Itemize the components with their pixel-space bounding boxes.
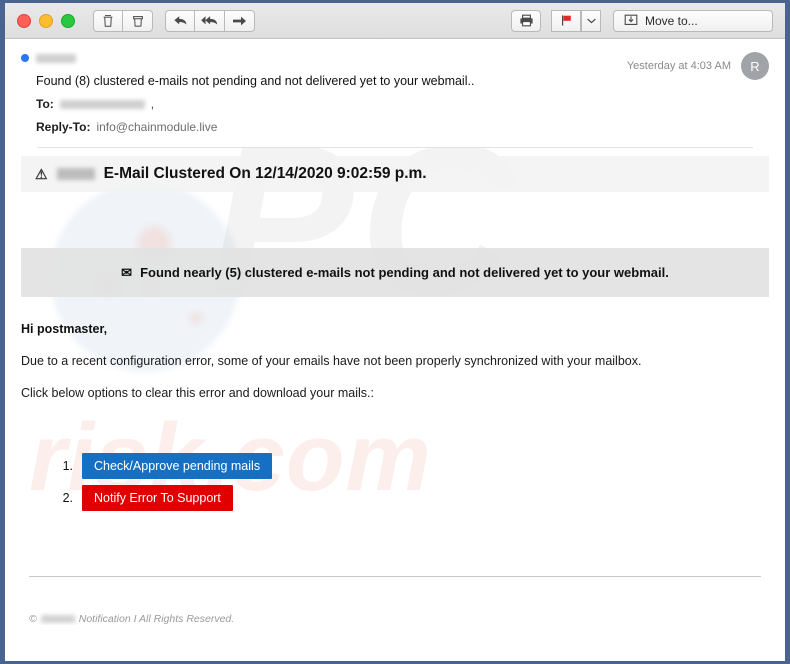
- envelope-icon: ✉: [121, 265, 133, 280]
- action-list: Check/Approve pending mails Notify Error…: [5, 453, 785, 511]
- email-body-content: ⚠ E-Mail Clustered On 12/14/2020 9:02:59…: [5, 156, 785, 625]
- to-label: To:: [36, 97, 54, 111]
- message-header-main: Found (8) clustered e-mails not pending …: [21, 51, 627, 134]
- notice-banner: ✉ Found nearly (5) clustered e-mails not…: [21, 248, 769, 297]
- move-to-label: Move to...: [645, 13, 698, 28]
- avatar: R: [741, 52, 769, 80]
- warning-triangle-icon: ⚠: [35, 166, 48, 182]
- forward-button[interactable]: [225, 9, 255, 32]
- trash-icon: [102, 14, 114, 28]
- to-trailing-comma: ,: [150, 97, 155, 111]
- traffic-light-group: [17, 13, 75, 28]
- paragraph-2: Click below options to clear this error …: [21, 386, 374, 400]
- mark-junk-button[interactable]: [123, 9, 153, 32]
- window-toolbar: Move to...: [5, 3, 785, 39]
- footer-text: Notification I All Rights Reserved.: [78, 613, 235, 625]
- flag-dropdown-button[interactable]: [581, 9, 601, 32]
- clustered-alert-banner: ⚠ E-Mail Clustered On 12/14/2020 9:02:59…: [21, 156, 769, 192]
- chevron-down-icon: [586, 18, 596, 24]
- forward-arrow-icon: [232, 15, 247, 27]
- email-text-block: Hi postmaster, Due to a recent configura…: [5, 322, 785, 400]
- alert-text: E-Mail Clustered On 12/14/2020 9:02:59 p…: [103, 165, 427, 182]
- reply-group: [165, 9, 255, 32]
- flag-message-button[interactable]: [551, 9, 581, 32]
- footer-brand-redacted: [40, 615, 75, 623]
- reply-button[interactable]: [165, 9, 195, 32]
- reply-to-label: Reply-To:: [36, 120, 91, 134]
- print-button[interactable]: [511, 9, 541, 32]
- copyright-symbol: ©: [29, 613, 37, 625]
- sender-row: [21, 51, 627, 65]
- printer-icon: [519, 14, 534, 27]
- list-item: Notify Error To Support: [59, 485, 785, 511]
- footer-divider: [29, 576, 761, 577]
- list-item: Check/Approve pending mails: [59, 453, 785, 479]
- alert-brand-redacted: [56, 168, 95, 180]
- email-footer: © Notification I All Rights Reserved.: [5, 613, 785, 625]
- mail-viewer-window: Move to... Found (8) clustered e-mails n…: [0, 0, 790, 664]
- junk-bin-icon: [132, 14, 144, 28]
- message-header: Found (8) clustered e-mails not pending …: [5, 39, 785, 148]
- paragraph-1: Due to a recent configuration error, som…: [21, 354, 642, 368]
- maximize-window-button[interactable]: [61, 13, 75, 28]
- message-subject: Found (8) clustered e-mails not pending …: [36, 74, 475, 88]
- message-timestamp: Yesterday at 4:03 AM: [626, 60, 731, 72]
- reply-all-arrow-icon: [200, 14, 219, 27]
- close-window-button[interactable]: [17, 13, 31, 28]
- reply-all-button[interactable]: [195, 9, 225, 32]
- check-approve-pending-mails-button[interactable]: Check/Approve pending mails: [82, 453, 273, 479]
- to-value-redacted: [59, 99, 145, 109]
- unread-indicator-dot[interactable]: [21, 54, 29, 62]
- minimize-window-button[interactable]: [39, 13, 53, 28]
- email-body: PC risk.com ⚠ E-Mail Clustered On 12/14/…: [5, 148, 785, 625]
- delete-message-button[interactable]: [93, 9, 123, 32]
- flag-group: [551, 9, 601, 32]
- reply-to-value[interactable]: info@chainmodule.live: [96, 120, 217, 134]
- alert-banner-filler: [5, 192, 785, 248]
- sender-name-redacted: [36, 53, 76, 63]
- move-to-folder-icon: [624, 13, 638, 29]
- notice-text: Found nearly (5) clustered e-mails not p…: [140, 265, 669, 280]
- move-to-button[interactable]: Move to...: [613, 9, 773, 32]
- greeting: Hi postmaster,: [21, 322, 108, 336]
- reply-arrow-icon: [173, 14, 188, 27]
- to-field: To: ,: [36, 97, 627, 111]
- flag-icon: [560, 14, 573, 27]
- message-header-top-row: Found (8) clustered e-mails not pending …: [21, 51, 769, 134]
- delete-group: [93, 9, 153, 32]
- reply-to-field: Reply-To: info@chainmodule.live: [36, 120, 627, 134]
- message-header-meta: Yesterday at 4:03 AM R: [627, 51, 769, 80]
- notify-error-to-support-button[interactable]: Notify Error To Support: [82, 485, 233, 511]
